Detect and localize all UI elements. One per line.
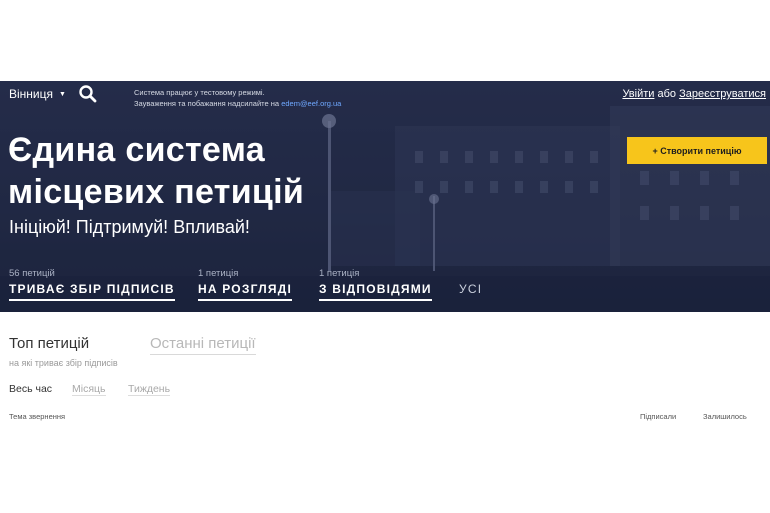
column-header-signed: Підписали xyxy=(640,412,677,421)
auth-or-text: або xyxy=(657,88,677,100)
stat-collecting[interactable]: 56 петицій ТРИВАЄ ЗБІР ПІДПИСІВ xyxy=(9,268,175,301)
stat-count: 56 петицій xyxy=(9,268,55,279)
stat-count: 1 петиція xyxy=(319,268,360,279)
login-link[interactable]: Увійти xyxy=(622,88,654,100)
register-link[interactable]: Зареєструватися xyxy=(679,88,766,100)
stat-count xyxy=(459,268,482,279)
create-petition-button[interactable]: + Створити петицію xyxy=(627,137,767,164)
stat-answered[interactable]: 1 петиція З ВІДПОВІДЯМИ xyxy=(319,268,432,301)
notice-line1: Система працює у тестовому режимі. xyxy=(134,88,265,97)
hero-title: Єдина система місцевих петицій xyxy=(8,129,304,213)
notice-line2: Зауваження та побажання надсилайте на ed… xyxy=(134,98,341,109)
stat-count: 1 петиція xyxy=(198,268,239,279)
hero-title-line1: Єдина система xyxy=(8,131,265,169)
hero-title-line2: місцевих петицій xyxy=(8,173,305,211)
hero-slogan: Ініціюй! Підтримуй! Впливай! xyxy=(9,217,250,237)
search-button[interactable] xyxy=(78,84,98,104)
stat-under-review[interactable]: 1 петиція НА РОЗГЛЯДІ xyxy=(198,268,292,301)
tab-top-petitions[interactable]: Топ петицій xyxy=(9,335,89,352)
notice-email-link[interactable]: edem@eef.org.ua xyxy=(281,99,341,108)
tab-recent-petitions[interactable]: Останні петиції xyxy=(150,335,256,355)
stat-label[interactable]: ТРИВАЄ ЗБІР ПІДПИСІВ xyxy=(9,282,175,301)
period-week[interactable]: Тиждень xyxy=(128,383,171,396)
notice-line2-text: Зауваження та побажання надсилайте на xyxy=(134,99,280,108)
tab-top-subtitle: на які триває збір підписів xyxy=(9,358,118,368)
stat-label[interactable]: УСІ xyxy=(459,282,482,299)
city-selector[interactable]: Вінниця ▼ xyxy=(9,87,66,101)
search-icon xyxy=(79,85,97,103)
stat-label[interactable]: З ВІДПОВІДЯМИ xyxy=(319,282,432,301)
period-month[interactable]: Місяць xyxy=(72,383,106,396)
test-mode-notice: Система працює у тестовому режимі. Заува… xyxy=(134,87,341,109)
period-all-time[interactable]: Весь час xyxy=(9,383,52,395)
city-name: Вінниця xyxy=(9,87,53,101)
column-header-remaining: Залишилось xyxy=(703,412,747,421)
caret-down-icon: ▼ xyxy=(59,90,66,98)
auth-links: Увійти або Зареєструватися xyxy=(622,88,766,100)
stat-all[interactable]: УСІ xyxy=(459,268,482,299)
column-header-topic: Тема звернення xyxy=(9,412,66,421)
stat-label[interactable]: НА РОЗГЛЯДІ xyxy=(198,282,292,301)
